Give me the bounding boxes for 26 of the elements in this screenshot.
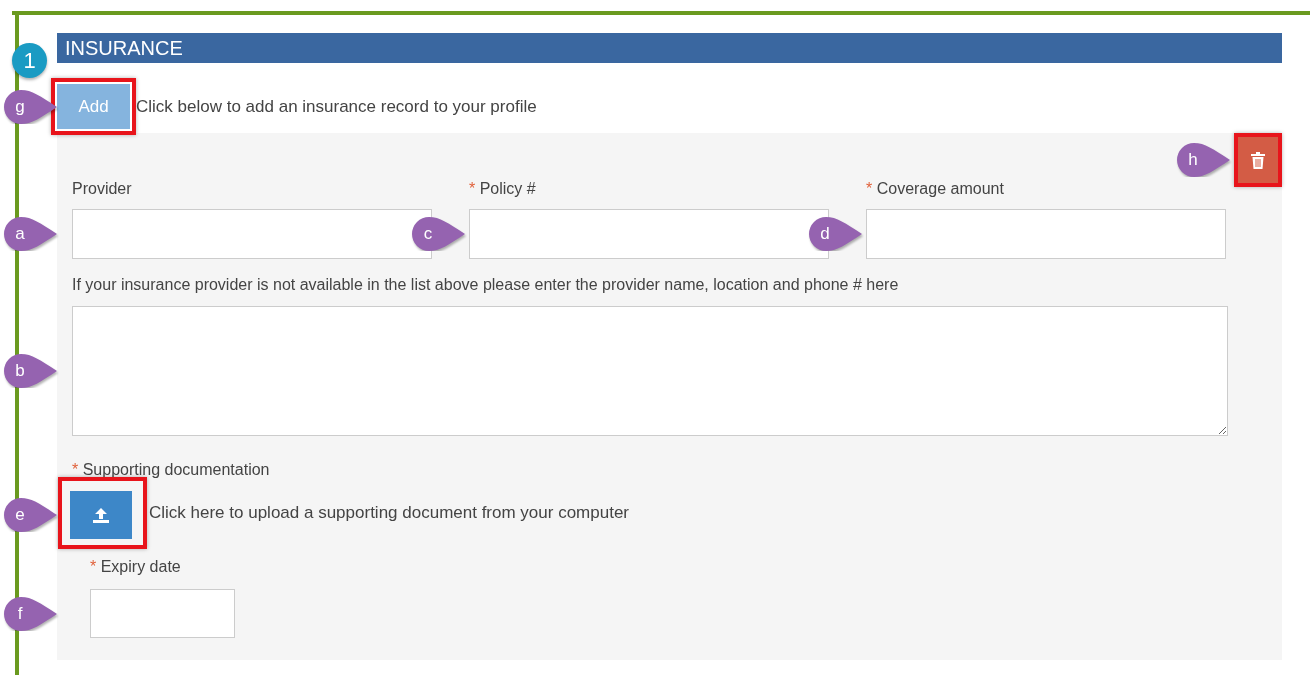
text-field[interactable] <box>866 209 1226 259</box>
callout-marker: a <box>2 217 59 251</box>
text-field[interactable] <box>469 209 829 259</box>
text-field[interactable] <box>72 209 432 259</box>
date-field[interactable] <box>90 589 235 638</box>
callout-marker: e <box>2 498 59 532</box>
step-number: 1 <box>12 43 47 78</box>
section-header: INSURANCE <box>57 33 1282 63</box>
callout-marker: f <box>2 596 59 631</box>
trash-icon <box>1251 151 1265 169</box>
callout-marker: h <box>1175 143 1232 177</box>
field-label: * Coverage amount <box>866 179 1005 199</box>
field-label: * Policy # <box>469 179 537 199</box>
instruction-text: Click below to add an insurance record to your profile <box>136 95 537 118</box>
field-label: Provider <box>72 179 133 199</box>
field-label: If your insurance provider is not available in the list above please enter the provider name, location and phone # here <box>72 275 900 295</box>
callout-marker: b <box>2 354 59 388</box>
field-label: * Supporting documentation <box>72 460 271 480</box>
upload-icon <box>92 507 110 523</box>
callout-marker: d <box>807 217 864 251</box>
field-label: * Expiry date <box>90 557 182 577</box>
instruction-text: Click here to upload a supporting document from your computer <box>149 502 630 525</box>
add-button[interactable]: Add <box>57 84 130 129</box>
callout-marker: g <box>2 89 59 124</box>
upload-button[interactable] <box>70 491 132 539</box>
callout-marker: c <box>410 217 467 251</box>
